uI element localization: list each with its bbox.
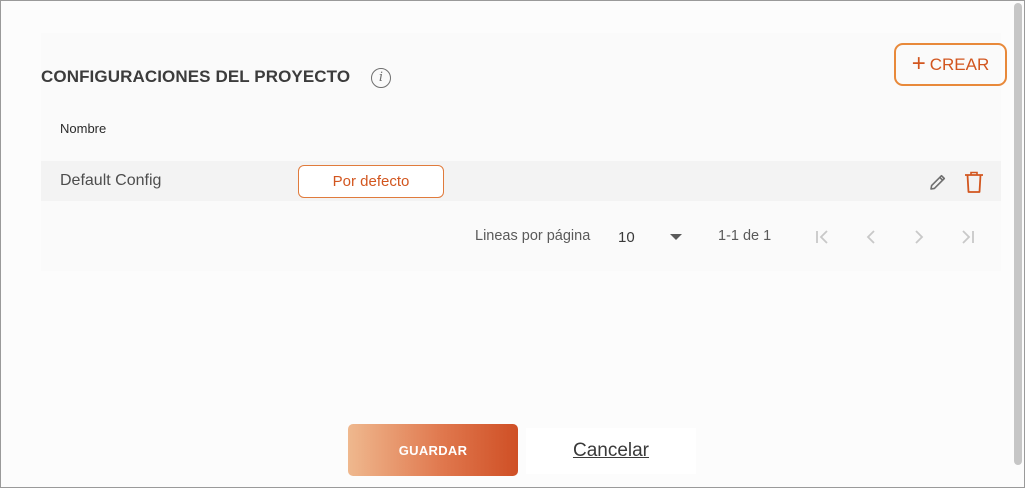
first-page-icon[interactable] xyxy=(811,225,835,249)
page-range-label: 1-1 de 1 xyxy=(718,228,772,244)
info-icon[interactable]: i xyxy=(371,68,391,88)
rows-per-page-label: Lineas por página xyxy=(475,228,591,244)
caret-down-icon xyxy=(670,234,682,240)
create-button-label: CREAR xyxy=(929,54,990,74)
create-button[interactable]: + CREAR xyxy=(894,43,1007,86)
cancel-button[interactable]: Cancelar xyxy=(526,428,696,474)
vertical-scrollbar[interactable] xyxy=(1013,3,1023,473)
next-page-icon[interactable] xyxy=(907,225,931,249)
pencil-icon[interactable] xyxy=(927,171,949,193)
config-name: Default Config xyxy=(60,172,162,189)
scrollbar-thumb[interactable] xyxy=(1014,3,1022,465)
pagination-bar: Lineas por página 10 1-1 de 1 xyxy=(41,221,1001,253)
plus-icon: + xyxy=(911,49,926,77)
trash-icon[interactable] xyxy=(963,170,985,194)
table-row[interactable]: Default Config Por defecto xyxy=(41,161,1001,201)
column-header-name[interactable]: Nombre xyxy=(60,121,106,136)
rows-per-page-select[interactable]: 10 xyxy=(616,223,688,251)
save-button[interactable]: GUARDAR xyxy=(348,424,518,476)
rows-per-page-value: 10 xyxy=(618,229,635,246)
last-page-icon[interactable] xyxy=(955,225,979,249)
previous-page-icon[interactable] xyxy=(859,225,883,249)
default-badge-button[interactable]: Por defecto xyxy=(298,165,444,198)
section-title: CONFIGURACIONES DEL PROYECTO xyxy=(41,67,351,86)
project-config-dialog: CONFIGURACIONES DEL PROYECTO i + CREAR N… xyxy=(0,0,1025,488)
